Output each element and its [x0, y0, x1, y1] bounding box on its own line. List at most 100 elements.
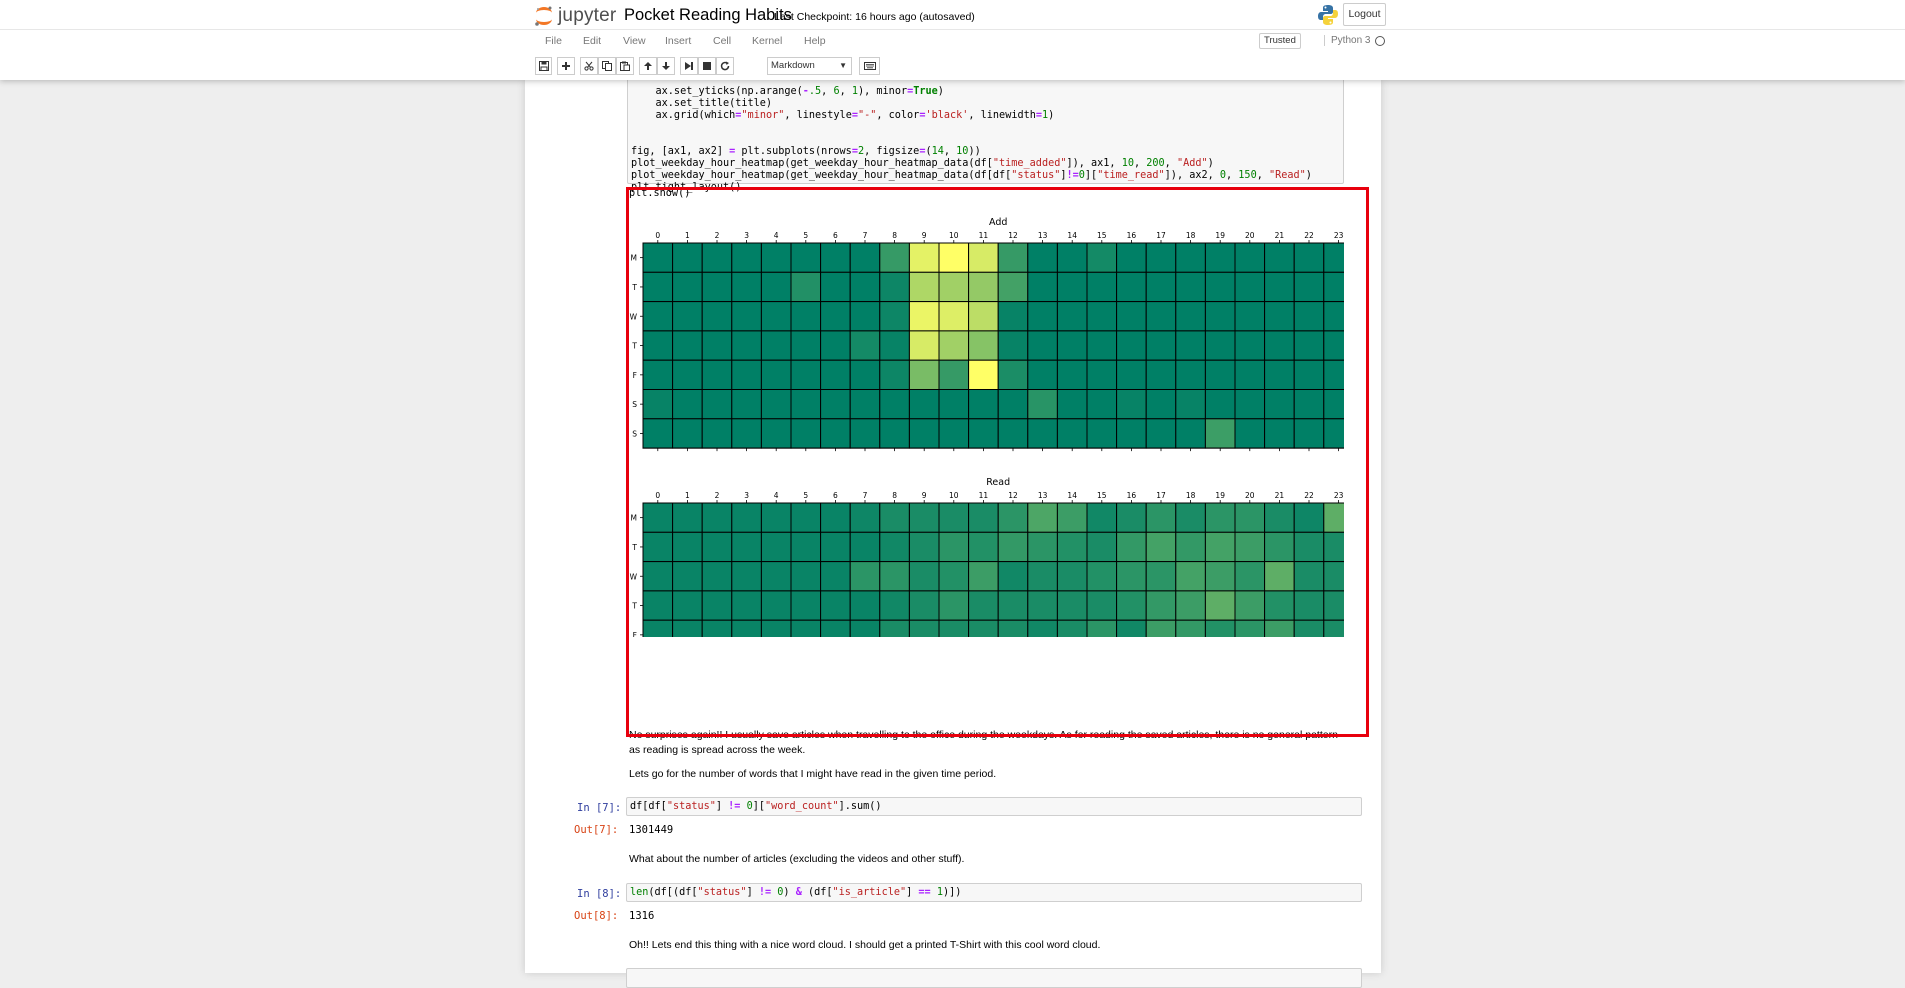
markdown-paragraph: Oh!! Lets end this thing with a nice wor…: [629, 939, 1101, 951]
heatmap-cell: [1323, 418, 1354, 449]
heatmap-cell: [1204, 301, 1236, 332]
code-cell-next-input[interactable]: [626, 968, 1362, 988]
heatmap-cell: [1056, 502, 1088, 533]
heatmap-cell: [1323, 301, 1354, 332]
heatmap-cell: [1116, 242, 1147, 273]
heatmap-cell: [1145, 531, 1177, 563]
menu-view[interactable]: View: [623, 35, 646, 47]
heatmap-cell: [790, 590, 822, 621]
heatmap-cell: [1145, 359, 1177, 390]
heatmap-cell: [672, 502, 703, 533]
heatmap-cell: [1175, 619, 1206, 651]
heatmap-cell: [731, 561, 762, 592]
heatmap-cell: [849, 389, 881, 420]
heatmap-cell: [1056, 561, 1088, 592]
heatmap-cell: [701, 271, 733, 303]
heatmap-cell: [642, 359, 674, 390]
heatmap-cell: [790, 301, 822, 332]
heatmap-cell: [1204, 531, 1236, 563]
cut-button[interactable]: [580, 57, 598, 75]
heatmap-cell: [672, 271, 703, 303]
heatmap-cell: [672, 301, 703, 332]
paste-button[interactable]: [616, 57, 634, 75]
output-prompt: Out[8]:: [574, 910, 619, 922]
move-down-button[interactable]: [657, 57, 675, 75]
trusted-indicator[interactable]: Trusted: [1259, 33, 1301, 49]
cell-type-select[interactable]: Markdown ▼: [767, 57, 852, 75]
heatmap-cell: [790, 359, 822, 390]
heatmap-cell: [1234, 531, 1266, 563]
x-tick-label: 6: [833, 231, 838, 240]
x-tick-label: 3: [744, 491, 749, 500]
heatmap-cell: [1027, 418, 1058, 449]
save-button[interactable]: [535, 57, 552, 75]
copy-button[interactable]: [598, 57, 616, 75]
x-tick-label: 7: [863, 491, 868, 500]
logout-button[interactable]: Logout: [1343, 3, 1386, 26]
x-tick-label: 15: [1097, 491, 1107, 500]
heatmap-cell: [820, 389, 851, 420]
heatmap-cell: [1175, 531, 1206, 563]
heatmap-cell: [879, 389, 910, 420]
heatmap-cell: [1056, 389, 1088, 420]
x-tick-label: 6: [833, 491, 838, 500]
heatmap-cell: [1234, 330, 1266, 361]
heatmap-cell: [1086, 418, 1118, 449]
heatmap-cell: [790, 330, 822, 361]
x-tick-label: 0: [655, 491, 660, 500]
restart-button[interactable]: [716, 57, 734, 75]
heatmap-cell: [1027, 242, 1058, 273]
code-cell-8-input[interactable]: len(df[(df["status"] != 0) & (df["is_art…: [626, 883, 1362, 902]
menu-cell[interactable]: Cell: [713, 35, 731, 47]
x-tick-label: 8: [892, 231, 897, 240]
menu-kernel[interactable]: Kernel: [752, 35, 782, 47]
heatmap-cell: [1116, 590, 1147, 621]
heatmap-cell: [1056, 590, 1088, 621]
heatmap-cell: [849, 271, 881, 303]
code-cell-7-input[interactable]: df[df["status"] != 0]["word_count"].sum(…: [626, 797, 1362, 816]
heatmap-cell: [938, 418, 970, 449]
insert-cell-button[interactable]: [557, 57, 575, 75]
run-button[interactable]: [680, 57, 698, 75]
heatmap-cell: [879, 301, 910, 332]
heatmap-cell: [968, 389, 999, 420]
heatmap-cell: [790, 531, 822, 563]
heatmap-cell: [1145, 619, 1177, 651]
heatmap-cell: [997, 418, 1029, 449]
interrupt-button[interactable]: [698, 57, 716, 75]
jupyter-logo[interactable]: jupyter: [533, 5, 616, 27]
heatmap-cell: [820, 561, 851, 592]
heatmap-cell: [1086, 271, 1118, 303]
markdown-paragraph: No surprises again!! I usually save arti…: [629, 729, 1338, 756]
heatmap-cell: [879, 619, 910, 651]
menu-edit[interactable]: Edit: [583, 35, 601, 47]
code-cell-6-input[interactable]: ax.set_yticks(np.arange(-.5, 6, 1), mino…: [627, 68, 1344, 193]
heatmap-cell: [1234, 271, 1266, 303]
notebook-name[interactable]: Pocket Reading Habits: [624, 6, 792, 25]
heatmap-cell: [968, 590, 999, 621]
heatmap-cell: [642, 590, 674, 621]
heatmap-cell: [879, 359, 910, 390]
heatmap-cell: [968, 359, 999, 390]
heatmap-cell: [879, 242, 910, 273]
y-tick-label: W: [630, 572, 638, 581]
command-palette-button[interactable]: [859, 57, 880, 75]
move-up-button[interactable]: [639, 57, 657, 75]
heatmap-cell: [997, 359, 1029, 390]
x-tick-label: 22: [1304, 491, 1314, 500]
menu-help[interactable]: Help: [804, 35, 826, 47]
heatmap-cell: [1175, 418, 1206, 449]
heatmap-cell: [1264, 619, 1295, 651]
heatmap-cell: [968, 502, 999, 533]
heatmap-cell: [820, 271, 851, 303]
heatmap-cell: [1175, 301, 1206, 332]
heatmap-cell: [701, 359, 733, 390]
menu-file[interactable]: File: [545, 35, 562, 47]
heatmap-cell: [1145, 389, 1177, 420]
x-tick-label: 23: [1334, 231, 1344, 240]
y-tick-label: W: [630, 312, 638, 321]
heatmap-cell: [1264, 301, 1295, 332]
heatmap-cell: [1175, 590, 1206, 621]
heatmap-cell: [790, 619, 822, 651]
menu-insert[interactable]: Insert: [665, 35, 691, 47]
